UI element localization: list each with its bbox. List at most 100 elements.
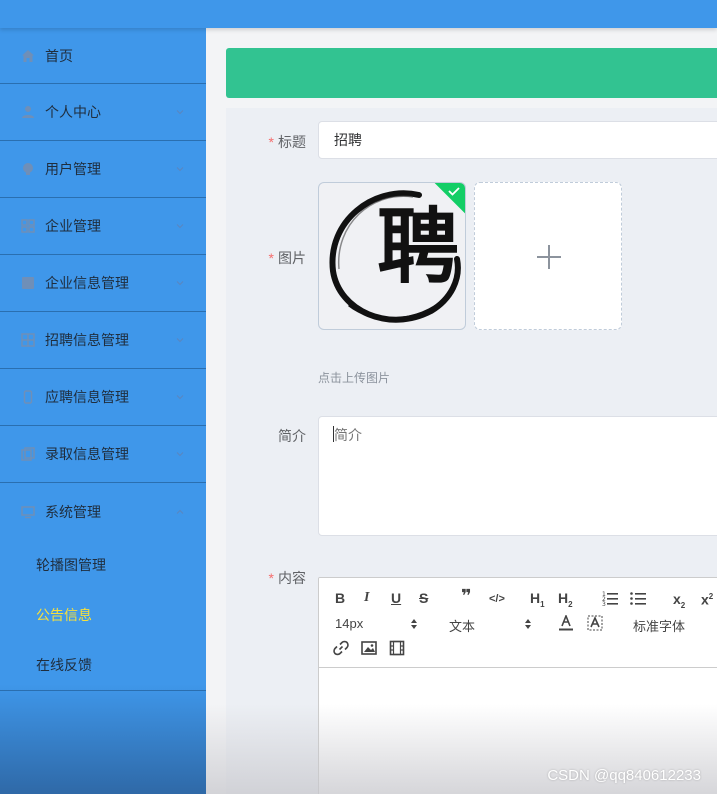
video-icon[interactable] xyxy=(389,640,405,656)
sidebar-item-company-info-management[interactable]: 企业信息管理 xyxy=(0,255,206,312)
font-color-icon[interactable] xyxy=(559,615,573,631)
chevron-down-icon xyxy=(176,452,184,457)
main-content: * 标题 招聘 * 图片 聘 点击上传图片 简介 简介 * 内容 B I U S… xyxy=(206,28,717,794)
chevron-up-icon xyxy=(176,509,184,514)
grid-icon xyxy=(20,218,36,234)
required-mark: * xyxy=(268,250,274,266)
sidebar-item-recruitment-info-management[interactable]: 招聘信息管理 xyxy=(0,312,206,369)
heading-2-button[interactable]: H2 xyxy=(558,590,573,613)
font-family-select[interactable]: 标准字体 xyxy=(633,616,685,635)
font-size-select[interactable]: 14px xyxy=(335,616,417,631)
sidebar-subitem-online-feedback[interactable]: 在线反馈 xyxy=(0,640,206,690)
sidebar-item-label: 系统管理 xyxy=(45,503,101,520)
intro-label: 简介 xyxy=(226,426,306,446)
ink-circle-image: 聘 xyxy=(329,190,461,323)
block-type-value: 文本 xyxy=(449,619,476,634)
block-type-select[interactable]: 文本 xyxy=(449,616,531,635)
subscript-button[interactable]: x2 xyxy=(673,591,685,614)
superscript-mark: 2 xyxy=(708,592,714,601)
heading-1-button[interactable]: H1 xyxy=(530,590,545,613)
uploaded-image-thumbnail[interactable]: 聘 xyxy=(318,182,466,330)
heading-2-label: H xyxy=(558,590,569,606)
check-icon xyxy=(448,187,460,196)
code-block-button[interactable]: </> xyxy=(489,591,505,607)
thumbnail-character: 聘 xyxy=(377,200,459,295)
content-label: * 内容 xyxy=(226,568,306,588)
chevron-down-icon xyxy=(176,110,184,115)
monitor-icon xyxy=(20,504,36,520)
image-label-text: 图片 xyxy=(278,250,306,266)
chevron-down-icon xyxy=(176,338,184,343)
chevron-down-icon xyxy=(176,395,184,400)
image-label: * 图片 xyxy=(226,248,306,268)
sidebar-item-user-management[interactable]: 用户管理 xyxy=(0,141,206,198)
phone-icon xyxy=(20,389,36,405)
sidebar-item-label: 应聘信息管理 xyxy=(45,389,129,405)
sidebar-subitem-announcements[interactable]: 公告信息 xyxy=(0,590,206,640)
heading-2-sub: 2 xyxy=(568,599,573,609)
home-icon xyxy=(20,48,36,64)
blockquote-button[interactable]: ❞ xyxy=(461,587,472,605)
sidebar-item-label: 录取信息管理 xyxy=(45,446,129,462)
heading-1-label: H xyxy=(530,590,541,606)
sidebar-item-personal-center[interactable]: 个人中心 xyxy=(0,84,206,141)
required-mark: * xyxy=(268,134,274,150)
sidebar-item-label: 企业信息管理 xyxy=(45,275,129,291)
building-icon xyxy=(20,275,36,291)
sidebar-item-label: 个人中心 xyxy=(45,104,101,120)
system-management-submenu: 轮播图管理 公告信息 在线反馈 xyxy=(0,540,206,691)
select-arrows-icon xyxy=(411,619,417,629)
text-cursor xyxy=(333,426,334,442)
rich-text-editor: B I U S ❞ </> H1 H2 123 x2 x2 14px 文本 标准… xyxy=(318,577,717,794)
title-label: * 标题 xyxy=(226,132,306,152)
heading-1-sub: 1 xyxy=(540,599,545,609)
sidebar-item-system-management[interactable]: 系统管理 xyxy=(0,483,206,540)
sidebar-item-label: 企业管理 xyxy=(45,218,101,234)
font-size-value: 14px xyxy=(335,616,364,631)
select-arrows-icon xyxy=(525,619,531,629)
sidebar-item-label: 用户管理 xyxy=(45,161,101,177)
chevron-down-icon xyxy=(176,224,184,229)
sidebar-item-admission-info-management[interactable]: 录取信息管理 xyxy=(0,426,206,483)
top-header-bar xyxy=(0,0,717,28)
subscript-label: x xyxy=(673,591,681,607)
grid-icon xyxy=(20,332,36,348)
sidebar-item-label: 首页 xyxy=(45,47,73,64)
italic-button[interactable]: I xyxy=(364,590,369,606)
copy-icon xyxy=(20,446,36,462)
superscript-label: x xyxy=(701,591,709,608)
user-icon xyxy=(20,104,36,120)
chevron-down-icon xyxy=(176,281,184,286)
background-color-icon[interactable] xyxy=(587,615,603,631)
sidebar-item-home[interactable]: 首页 xyxy=(0,28,206,84)
page-banner xyxy=(226,48,717,98)
strikethrough-button[interactable]: S xyxy=(419,590,428,606)
intro-textarea[interactable] xyxy=(318,416,717,536)
content-label-text: 内容 xyxy=(278,570,306,586)
plus-icon-vertical xyxy=(548,245,550,269)
image-icon[interactable] xyxy=(361,640,377,656)
intro-label-text: 简介 xyxy=(278,428,306,444)
sidebar-item-application-info-management[interactable]: 应聘信息管理 xyxy=(0,369,206,426)
watermark: CSDN @qq840612233 xyxy=(547,767,701,784)
chevron-down-icon xyxy=(176,167,184,172)
bold-button[interactable]: B xyxy=(335,590,345,606)
bullet-list-icon[interactable] xyxy=(630,590,646,606)
title-label-text: 标题 xyxy=(278,134,306,150)
add-image-button[interactable] xyxy=(474,182,622,330)
sidebar-menu: 首页 个人中心 用户管理 企业管理 企业信息管理 招聘信息管理 应聘信息管理 录… xyxy=(0,28,206,794)
underline-button[interactable]: U xyxy=(391,590,401,606)
users-icon xyxy=(20,161,36,177)
subscript-mark: 2 xyxy=(680,600,686,610)
link-icon[interactable] xyxy=(333,640,349,656)
announcement-form: * 标题 招聘 * 图片 聘 点击上传图片 简介 简介 * 内容 B I U S… xyxy=(226,108,717,794)
sidebar-item-company-management[interactable]: 企业管理 xyxy=(0,198,206,255)
title-input[interactable]: 招聘 xyxy=(318,121,717,159)
sidebar-item-label: 招聘信息管理 xyxy=(45,332,129,348)
required-mark: * xyxy=(268,570,274,586)
ordered-list-icon[interactable]: 123 xyxy=(602,590,618,606)
superscript-button[interactable]: x2 xyxy=(701,589,713,608)
svg-text:3: 3 xyxy=(602,601,606,606)
editor-toolbar: B I U S ❞ </> H1 H2 123 x2 x2 14px 文本 标准… xyxy=(319,578,717,668)
sidebar-subitem-carousel-management[interactable]: 轮播图管理 xyxy=(0,540,206,590)
